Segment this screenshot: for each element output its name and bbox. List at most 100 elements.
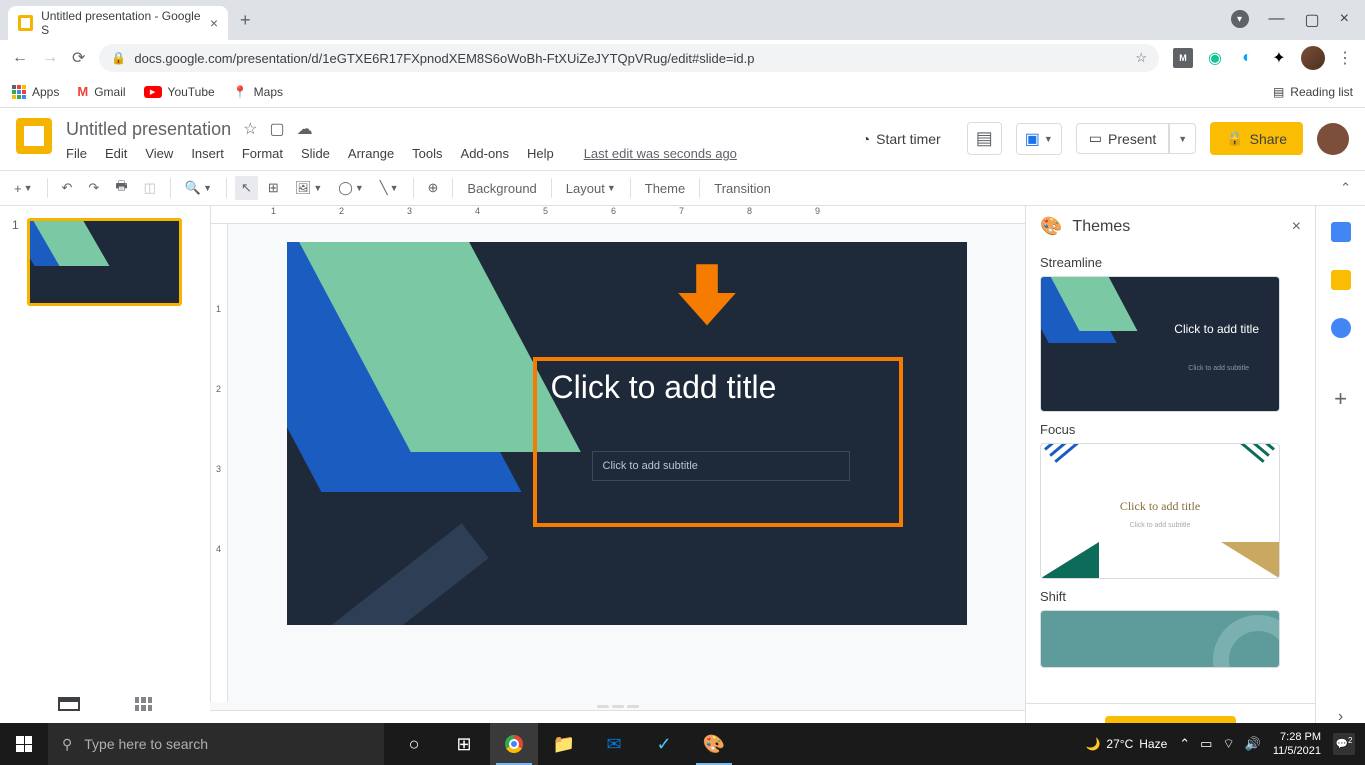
mail-taskbar-icon[interactable]: ✉: [590, 723, 638, 765]
gmail-ext-icon[interactable]: M: [1173, 48, 1193, 68]
bookmark-star-icon[interactable]: ☆: [1135, 50, 1147, 66]
theme-option-streamline[interactable]: Click to add title Click to add subtitle: [1040, 276, 1280, 412]
bookmark-gmail[interactable]: M Gmail: [77, 84, 125, 99]
menu-insert[interactable]: Insert: [191, 146, 224, 161]
reload-icon[interactable]: ⟳: [72, 48, 85, 68]
menu-bar: File Edit View Insert Format Slide Arran…: [66, 146, 850, 161]
new-slide-button[interactable]: + ▼: [8, 177, 39, 200]
todo-taskbar-icon[interactable]: ✓: [640, 723, 688, 765]
volume-icon[interactable]: 🔊: [1245, 736, 1261, 752]
comments-icon[interactable]: ▤: [967, 122, 1002, 155]
weather-widget[interactable]: 🌙 27°C Haze: [1085, 737, 1167, 751]
zoom-button[interactable]: 🔍 ▼: [179, 176, 218, 200]
document-title[interactable]: Untitled presentation: [66, 119, 231, 140]
account-avatar[interactable]: [1317, 123, 1349, 155]
slide-canvas[interactable]: Click to add title Click to add subtitle: [287, 242, 967, 625]
tray-expand-icon[interactable]: ⌃: [1179, 736, 1190, 752]
present-button[interactable]: ▭ Present: [1076, 123, 1169, 154]
close-panel-icon[interactable]: ×: [1292, 218, 1301, 236]
search-icon: ⚲: [62, 736, 72, 753]
forward-icon[interactable]: →: [42, 49, 58, 67]
menu-file[interactable]: File: [66, 146, 87, 161]
last-edit-info[interactable]: Last edit was seconds ago: [584, 146, 737, 161]
collapse-toolbar-icon[interactable]: ⌃: [1334, 176, 1357, 200]
menu-edit[interactable]: Edit: [105, 146, 127, 161]
bookmark-maps[interactable]: 📍 Maps: [233, 85, 283, 99]
task-view-icon[interactable]: ⊞: [440, 723, 488, 765]
slideshow-settings-button[interactable]: ▣▼: [1016, 123, 1062, 155]
bookmark-youtube[interactable]: ▶ YouTube: [144, 85, 215, 99]
image-tool[interactable]: 🖼 ▼: [289, 176, 328, 200]
tasks-icon[interactable]: [1331, 318, 1351, 338]
theme-option-focus[interactable]: Click to add title Click to add subtitle: [1040, 443, 1280, 579]
back-icon[interactable]: ←: [12, 49, 28, 67]
clockify-ext-icon[interactable]: ◐: [1237, 48, 1257, 68]
slide-thumbnail-1[interactable]: [27, 218, 182, 306]
browser-tab-strip: Untitled presentation - Google S × + ▾ —…: [0, 0, 1365, 40]
print-button[interactable]: 🖶: [109, 173, 133, 203]
minimize-icon[interactable]: —: [1269, 10, 1285, 30]
start-button[interactable]: [0, 723, 48, 765]
select-tool[interactable]: ↖: [235, 176, 258, 200]
close-tab-icon[interactable]: ×: [210, 15, 218, 31]
menu-format[interactable]: Format: [242, 146, 283, 161]
maximize-icon[interactable]: ▢: [1305, 10, 1320, 30]
theme-option-shift[interactable]: [1040, 610, 1280, 668]
menu-tools[interactable]: Tools: [412, 146, 442, 161]
chrome-taskbar-icon[interactable]: [490, 723, 538, 765]
taskbar-clock[interactable]: 7:28 PM 11/5/2021: [1273, 730, 1321, 759]
slides-logo-icon[interactable]: [16, 118, 52, 154]
explorer-taskbar-icon[interactable]: 📁: [540, 723, 588, 765]
keep-icon[interactable]: [1331, 270, 1351, 290]
browser-tab[interactable]: Untitled presentation - Google S ×: [8, 6, 228, 40]
subtitle-placeholder-box[interactable]: Click to add subtitle: [592, 451, 850, 481]
layout-button[interactable]: Layout ▼: [560, 177, 622, 200]
shape-tool[interactable]: ◯ ▼: [332, 176, 369, 200]
start-timer-button[interactable]: ◔ Start timer: [850, 125, 953, 153]
bookmark-apps[interactable]: Apps: [12, 85, 59, 99]
cortana-icon[interactable]: ○: [390, 723, 438, 765]
menu-slide[interactable]: Slide: [301, 146, 330, 161]
battery-icon[interactable]: ▭: [1200, 736, 1212, 752]
paint-format-button[interactable]: ◫: [138, 176, 162, 200]
transition-button[interactable]: Transition: [708, 177, 777, 200]
textbox-tool[interactable]: ⊞: [262, 176, 285, 200]
paint-taskbar-icon[interactable]: 🎨: [690, 723, 738, 765]
menu-view[interactable]: View: [145, 146, 173, 161]
new-tab-button[interactable]: +: [240, 10, 251, 31]
theme-button[interactable]: Theme: [639, 177, 691, 200]
annotation-arrow-icon: [671, 257, 743, 329]
present-dropdown[interactable]: ▼: [1169, 123, 1196, 154]
extensions-icon[interactable]: ✦: [1269, 48, 1289, 68]
grammarly-ext-icon[interactable]: ◉: [1205, 48, 1225, 68]
address-bar[interactable]: 🔒 docs.google.com/presentation/d/1eGTXE6…: [99, 44, 1159, 72]
cloud-status-icon[interactable]: ☁: [297, 119, 313, 139]
maps-icon: 📍: [233, 85, 248, 99]
notes-resize-handle[interactable]: [210, 702, 1025, 710]
bookmark-reading-list[interactable]: ▤ Reading list: [1273, 85, 1353, 99]
calendar-icon[interactable]: [1331, 222, 1351, 242]
undo-button[interactable]: ↶: [56, 176, 79, 200]
star-icon[interactable]: ☆: [243, 119, 257, 139]
background-button[interactable]: Background: [461, 177, 542, 200]
redo-button[interactable]: ↷: [82, 176, 105, 200]
add-addon-icon[interactable]: +: [1334, 386, 1347, 412]
profile-avatar[interactable]: [1301, 46, 1325, 70]
wifi-icon[interactable]: ⌔: [1222, 736, 1234, 752]
move-icon[interactable]: ▢: [269, 119, 284, 139]
comment-button[interactable]: ⊕: [422, 176, 445, 200]
grid-view-button[interactable]: [135, 697, 153, 711]
filmstrip-view-button[interactable]: [58, 697, 80, 711]
notifications-icon[interactable]: 💬2: [1333, 733, 1355, 755]
menu-help[interactable]: Help: [527, 146, 554, 161]
share-button[interactable]: 🔒 Share: [1210, 122, 1303, 155]
account-circle-icon[interactable]: ▾: [1231, 10, 1249, 28]
menu-arrange[interactable]: Arrange: [348, 146, 394, 161]
title-placeholder-box[interactable]: Click to add title Click to add subtitle: [533, 357, 903, 527]
menu-addons[interactable]: Add-ons: [461, 146, 509, 161]
tab-title: Untitled presentation - Google S: [41, 9, 202, 37]
taskbar-search[interactable]: ⚲ Type here to search: [48, 723, 384, 765]
chrome-menu-icon[interactable]: ⋮: [1337, 48, 1353, 68]
close-icon[interactable]: ×: [1340, 10, 1349, 30]
line-tool[interactable]: ╲ ▼: [374, 176, 405, 200]
